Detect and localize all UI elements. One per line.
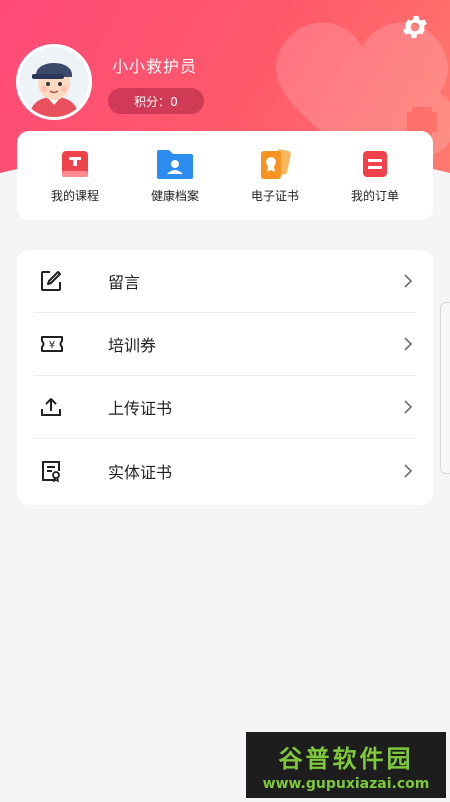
username: 小小救护员 [112, 57, 198, 76]
watermark-url: www.gupuxiazai.com [262, 775, 430, 792]
points-badge[interactable]: 积分：0 [108, 88, 204, 114]
menu-item-label: 上传证书 [108, 399, 173, 418]
settings-gear-icon[interactable] [398, 10, 432, 44]
avatar[interactable] [16, 44, 92, 120]
health-folder-icon [155, 147, 195, 181]
menu-item-physical-certificate[interactable]: 实体证书 [34, 439, 416, 502]
certificate-document-icon [40, 460, 80, 482]
quick-link-label: 健康档案 [150, 189, 199, 203]
quick-link-courses[interactable]: 我的课程 [27, 147, 123, 204]
voucher-icon: ¥ [40, 334, 80, 354]
quick-link-e-certificates[interactable]: 电子证书 [227, 147, 323, 204]
certificate-cards-icon [255, 147, 295, 181]
watermark-title: 谷普软件园 [278, 744, 414, 773]
upload-icon [40, 397, 80, 417]
quick-link-orders[interactable]: 我的订单 [327, 147, 423, 204]
menu-item-training-voucher[interactable]: ¥ 培训券 [34, 313, 416, 376]
menu-item-label: 实体证书 [108, 462, 173, 482]
menu-item-label: 培训券 [108, 336, 157, 355]
quick-link-label: 我的课程 [50, 189, 99, 203]
menu-item-message[interactable]: 留言 [34, 250, 416, 313]
side-drawer-handle[interactable] [440, 302, 450, 474]
quick-link-label: 我的订单 [350, 189, 399, 203]
quick-link-label: 电子证书 [250, 189, 299, 203]
course-book-icon [55, 147, 95, 181]
chevron-right-icon [400, 336, 416, 352]
order-list-icon [355, 147, 395, 181]
avatar-boy-icon [19, 47, 89, 117]
quick-link-health-records[interactable]: 健康档案 [127, 147, 223, 204]
chevron-right-icon [400, 463, 416, 479]
chevron-right-icon [400, 273, 416, 289]
menu-item-label: 留言 [108, 273, 141, 292]
svg-text:¥: ¥ [49, 340, 55, 351]
edit-icon [40, 270, 80, 292]
menu-list: 留言 ¥ 培训券 上传证书 实体证书 [17, 250, 433, 505]
chevron-right-icon [400, 399, 416, 415]
site-watermark: 谷普软件园 www.gupuxiazai.com [246, 732, 446, 798]
quick-links-card: 我的课程 健康档案 电子证书 我的订单 [17, 131, 433, 220]
menu-item-upload-certificate[interactable]: 上传证书 [34, 376, 416, 439]
